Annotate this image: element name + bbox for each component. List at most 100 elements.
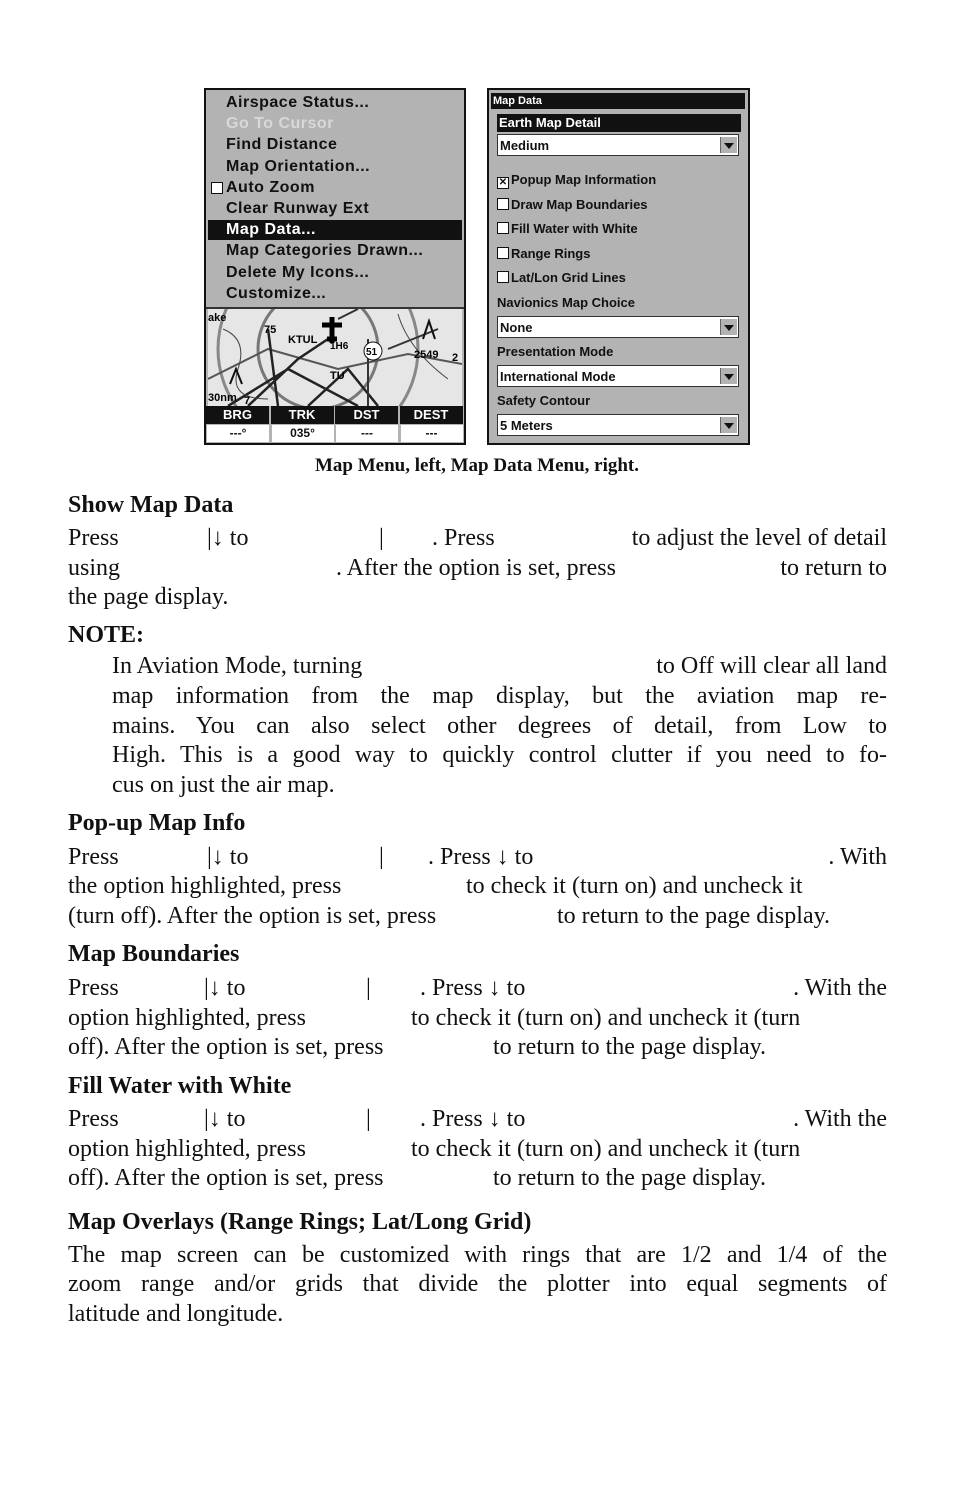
map-label: 7 — [244, 395, 250, 406]
text-segment: to check it (turn on) and uncheck it (tu… — [411, 1136, 801, 1162]
text-segment: option highlighted, press — [68, 1005, 306, 1031]
unchecked-checkbox-icon — [497, 197, 509, 210]
menu-item-label: Customize... — [226, 284, 327, 302]
menu-item[interactable]: Map Data... — [208, 220, 462, 241]
menu-item-label: Map Categories Drawn... — [226, 242, 424, 260]
text-segment: the option highlighted, press — [68, 873, 342, 899]
menu-item[interactable]: Map Categories Drawn... — [226, 241, 423, 261]
text-segment: In Aviation Mode, turning — [112, 653, 363, 679]
text-segment: Press — [68, 525, 119, 551]
text-segment: to return to — [780, 555, 887, 581]
text-segment: |↓ to — [204, 975, 246, 1001]
text-segment: | — [366, 975, 371, 1001]
earth-map-detail-dropdown[interactable]: Medium — [497, 134, 739, 156]
status-bar: BRG ---° TRK 035° DST --- DEST --- — [206, 406, 464, 443]
earth-map-detail-label: Earth Map Detail — [497, 114, 741, 132]
checked-checkbox-icon: ✕ — [497, 177, 509, 189]
text-segment: . Press ↓ to — [420, 975, 526, 1001]
dropdown-value: Medium — [500, 138, 550, 153]
menu-item[interactable]: Clear Runway Ext — [226, 199, 369, 219]
dropdown-value: International Mode — [500, 369, 616, 384]
map-menu-screenshot: Airspace Status... Go To Cursor Find Dista… — [204, 88, 466, 445]
text-segment: | — [379, 525, 384, 551]
checkbox-row[interactable]: ✕ Popup Map Information — [497, 172, 656, 189]
map-label: KTUL — [288, 334, 318, 346]
text-segment: . With the — [793, 1106, 887, 1132]
status-value: 035° — [271, 425, 334, 442]
menu-item[interactable]: Map Orientation... — [226, 157, 370, 177]
unchecked-checkbox-icon — [497, 271, 509, 284]
checkbox-row[interactable]: Lat/Lon Grid Lines — [497, 270, 626, 286]
section-heading: Pop-up Map Info — [68, 810, 246, 836]
status-value: ---° — [207, 425, 269, 442]
map-label: 2 — [452, 352, 458, 364]
status-header: BRG — [206, 406, 269, 424]
checkbox-row[interactable]: Fill Water with White — [497, 221, 638, 237]
checkbox-label: Draw Map Boundaries — [511, 196, 648, 212]
status-header: TRK — [270, 406, 334, 424]
text-segment: . With the — [793, 975, 887, 1001]
checkbox-label: Fill Water with White — [511, 221, 638, 237]
text-segment: Press — [68, 844, 119, 870]
text-segment: . Press ↓ to — [428, 844, 534, 870]
menu-item[interactable]: Customize... — [226, 284, 326, 304]
safety-contour-label: Safety Contour — [497, 393, 591, 408]
section-heading: Map Boundaries — [68, 941, 240, 967]
menu-item[interactable]: Airspace Status... — [226, 93, 369, 113]
map-data-screenshot: Map Data Earth Map Detail Medium ✕ Popup … — [487, 88, 750, 445]
text-line: latitude and longitude. — [68, 1301, 284, 1327]
map-label: 75 — [264, 324, 276, 336]
text-segment: to check it (turn on) and uncheck it — [466, 873, 803, 899]
status-header: DEST — [399, 406, 463, 424]
menu-item-label: Map Orientation... — [226, 157, 371, 175]
text-segment: to return to the page display. — [493, 1034, 767, 1060]
checkbox-label: Range Rings — [511, 245, 591, 261]
checkbox-row[interactable]: Draw Map Boundaries — [497, 197, 648, 213]
status-value: --- — [400, 425, 463, 442]
menu-item-label: Find Distance — [226, 136, 338, 154]
chevron-down-icon — [720, 319, 737, 335]
unchecked-checkbox-icon — [497, 246, 509, 259]
menu-item-label: Clear Runway Ext — [226, 200, 370, 217]
presentation-mode-label: Presentation Mode — [497, 344, 614, 359]
menu-item[interactable]: Delete My Icons... — [226, 263, 369, 283]
status-value: --- — [336, 425, 398, 442]
text-segment: . With — [828, 844, 887, 870]
section-heading: Fill Water with White — [68, 1073, 292, 1099]
menu-item[interactable]: Auto Zoom — [211, 178, 315, 198]
safety-contour-dropdown[interactable]: 5 Meters — [497, 414, 739, 436]
chevron-down-icon — [720, 368, 737, 384]
text-segment: to check it (turn on) and uncheck it (tu… — [411, 1005, 801, 1031]
map-label: 2549 — [414, 349, 438, 361]
menu-item-label: Map Data... — [226, 221, 316, 239]
text-line: mains. You can also select other degrees… — [112, 713, 887, 739]
text-line: High. This is a good way to quickly cont… — [112, 742, 887, 768]
menu-item[interactable]: Go To Cursor — [226, 114, 334, 134]
text-segment: . Press ↓ to — [420, 1106, 526, 1132]
text-segment: off). After the option is set, press — [68, 1165, 384, 1191]
note-heading: NOTE: — [68, 622, 145, 648]
menu-item-label: Go To Cursor — [226, 115, 334, 133]
text-segment: | — [379, 844, 384, 870]
dialog-title: Map Data — [491, 93, 745, 109]
presentation-mode-dropdown[interactable]: International Mode — [497, 365, 739, 387]
section-heading: Map Overlays (Range Rings; Lat/Long Grid… — [68, 1209, 532, 1235]
navionics-dropdown[interactable]: None — [497, 316, 739, 338]
text-segment: to Off will clear all land — [656, 653, 887, 679]
text-line: zoom range and/or grids that divide the … — [68, 1271, 887, 1297]
text-segment: . After the option is set, press — [336, 555, 616, 581]
text-segment: to return to the page display. — [493, 1165, 767, 1191]
checkbox-row[interactable]: Range Rings — [497, 246, 590, 262]
text-segment: |↓ to — [207, 844, 249, 870]
text-segment: to return to the page display. — [557, 903, 831, 929]
figure-caption: Map Menu, left, Map Data Menu, right. — [314, 455, 640, 476]
navionics-label: Navionics Map Choice — [497, 295, 635, 310]
dropdown-value: 5 Meters — [500, 418, 553, 433]
text-segment: Press — [68, 975, 119, 1001]
manual-page: Airspace Status... Go To Cursor Find Dista… — [0, 0, 954, 1487]
unchecked-checkbox-icon — [497, 222, 509, 235]
map-label: ake — [208, 312, 226, 324]
checkbox-label: Lat/Lon Grid Lines — [511, 270, 626, 286]
menu-item[interactable]: Find Distance — [226, 135, 337, 155]
text-segment: |↓ to — [207, 525, 249, 551]
